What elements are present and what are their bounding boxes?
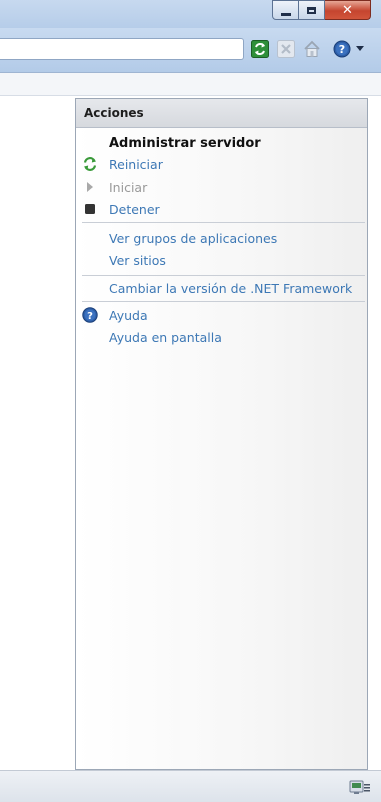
minimize-icon [280, 12, 291, 16]
refresh-button[interactable] [250, 39, 270, 59]
close-icon: ✕ [342, 2, 353, 18]
stop-button[interactable] [276, 39, 296, 59]
close-button[interactable]: ✕ [325, 0, 371, 20]
network-status-icon [349, 780, 370, 794]
refresh-icon [251, 40, 269, 58]
home-button[interactable] [302, 39, 322, 59]
action-online-help[interactable]: Ayuda en pantalla [109, 330, 222, 345]
action-restart[interactable]: Reiniciar [109, 157, 163, 172]
help-dropdown-button[interactable] [354, 39, 366, 59]
action-change-dotnet-version[interactable]: Cambiar la versión de .NET Framework [109, 281, 352, 296]
svg-text:?: ? [339, 43, 345, 56]
section-title-manage-server: Administrar servidor [109, 136, 261, 151]
help-icon: ? [333, 40, 351, 58]
maximize-icon [307, 6, 316, 14]
svg-text:?: ? [87, 311, 93, 322]
action-start[interactable]: Iniciar [109, 180, 147, 195]
separator [82, 275, 365, 276]
help-icon: ? [82, 307, 98, 323]
minimize-button[interactable] [272, 0, 299, 20]
action-view-app-pools[interactable]: Ver grupos de aplicaciones [109, 231, 277, 246]
stop-square-icon [82, 201, 98, 217]
separator [82, 222, 365, 223]
status-bar [0, 770, 381, 802]
window-controls: ✕ [272, 0, 371, 22]
address-bar[interactable] [0, 38, 244, 60]
separator [82, 301, 365, 302]
play-icon [82, 179, 98, 195]
action-stop[interactable]: Detener [109, 202, 160, 217]
action-help[interactable]: Ayuda [109, 308, 148, 323]
home-icon [304, 40, 320, 57]
actions-pane: Acciones Administrar servidor Reiniciar … [75, 98, 368, 770]
content-header-strip [0, 73, 381, 96]
stop-icon [277, 40, 295, 58]
restart-icon [82, 156, 98, 172]
action-view-sites[interactable]: Ver sitios [109, 253, 166, 268]
maximize-button[interactable] [299, 0, 325, 20]
address-toolbar: ? [0, 28, 381, 73]
actions-pane-title: Acciones [76, 99, 367, 128]
window-titlebar: ✕ [0, 0, 381, 28]
help-button[interactable]: ? [332, 39, 352, 59]
chevron-down-icon [356, 46, 364, 51]
